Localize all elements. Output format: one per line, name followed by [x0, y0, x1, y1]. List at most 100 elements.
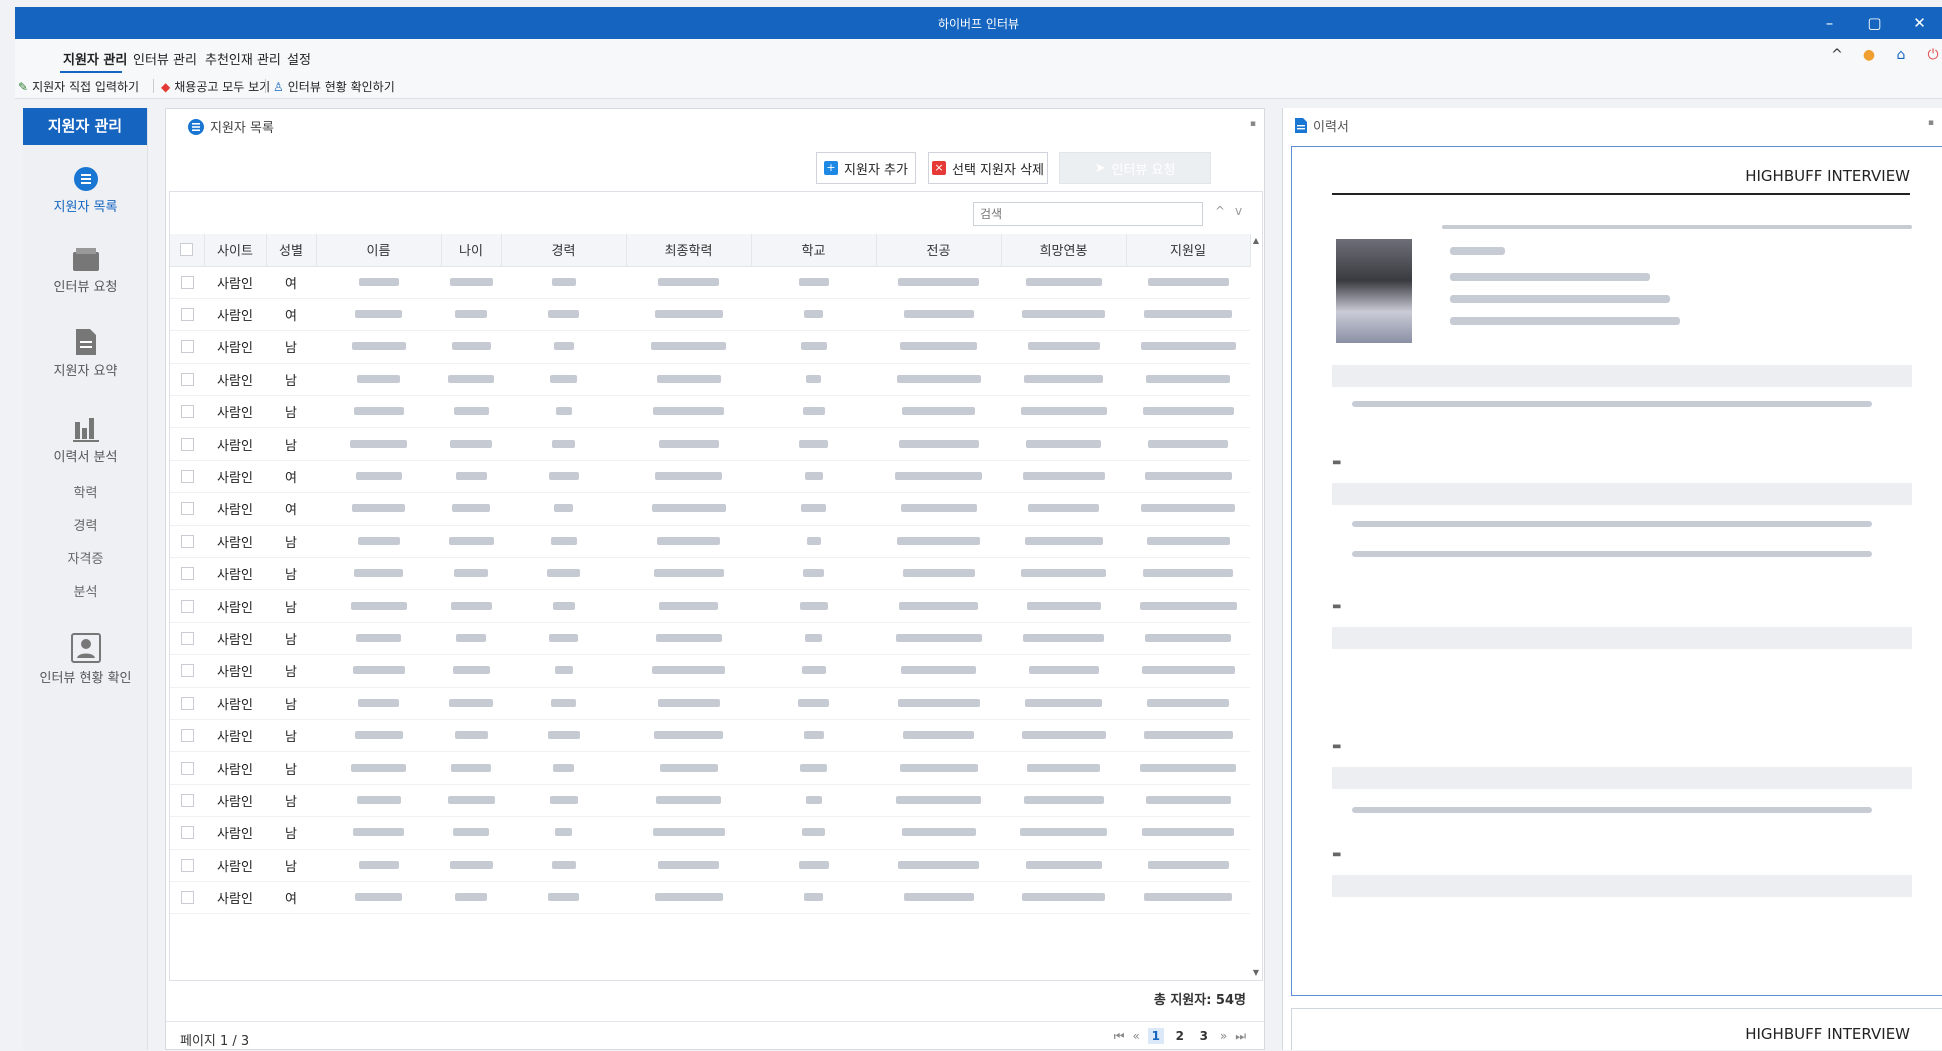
row-checkbox[interactable] — [170, 266, 204, 299]
next-page-icon[interactable]: » — [1220, 1029, 1227, 1043]
blurred-section-label: ▬ — [1332, 457, 1342, 468]
sidebar-item-applicant-summary[interactable]: 지원자 요약 — [23, 328, 148, 379]
table-row[interactable]: 사람인 남 — [170, 330, 1250, 364]
pin-icon[interactable]: ▪ — [1250, 119, 1256, 129]
interview-status-tool[interactable]: ♙ 인터뷰 현황 확인하기 — [273, 78, 395, 95]
select-all-checkbox[interactable] — [170, 234, 205, 267]
sidebar-subitem-education[interactable]: 학력 — [23, 482, 148, 501]
sidebar-item-resume-analysis[interactable]: 이력서 분석 — [23, 414, 148, 465]
row-checkbox[interactable] — [170, 654, 204, 688]
row-checkbox[interactable] — [170, 784, 204, 818]
cell-gender: 남 — [266, 427, 316, 461]
cell-salary — [1001, 622, 1126, 656]
menu-recommended-talent[interactable]: 추천인재 관리 — [205, 49, 281, 68]
collapse-ribbon-icon[interactable]: ^ — [1828, 47, 1846, 63]
delete-selected-button[interactable]: × 선택 지원자 삭제 — [928, 152, 1048, 184]
sidebar-item-interview-request[interactable]: 인터뷰 요청 — [23, 248, 148, 295]
search-input[interactable] — [973, 202, 1203, 226]
row-checkbox[interactable] — [170, 687, 204, 720]
column-header[interactable]: 성별 — [266, 234, 317, 267]
table-row[interactable]: 사람인 여 — [170, 492, 1250, 526]
table-row[interactable]: 사람인 남 — [170, 622, 1250, 656]
table-row[interactable]: 사람인 남 — [170, 589, 1250, 623]
cell-salary — [1001, 395, 1126, 429]
sidebar-item-applicant-list[interactable]: 지원자 목록 — [23, 166, 148, 215]
column-header[interactable]: 전공 — [876, 234, 1002, 267]
sidebar-subitem-certificate[interactable]: 자격증 — [23, 548, 148, 567]
cell-name — [316, 460, 441, 494]
menu-applicant-management[interactable]: 지원자 관리 — [63, 49, 127, 68]
page-button[interactable]: 3 — [1196, 1028, 1212, 1044]
table-row[interactable]: 사람인 남 — [170, 784, 1250, 818]
row-checkbox[interactable] — [170, 525, 204, 559]
row-checkbox[interactable] — [170, 460, 204, 494]
table-row[interactable]: 사람인 여 — [170, 881, 1250, 915]
add-applicant-button[interactable]: + 지원자 추가 — [816, 152, 916, 184]
pin-icon[interactable]: ▪ — [1928, 118, 1934, 128]
table-row[interactable]: 사람인 남 — [170, 395, 1250, 429]
sidebar-item-interview-status[interactable]: 인터뷰 현황 확인 — [23, 633, 148, 686]
column-header[interactable]: 경력 — [501, 234, 627, 267]
power-icon[interactable]: ⏻ — [1924, 47, 1942, 63]
direct-input-tool[interactable]: ✎ 지원자 직접 입력하기 — [18, 78, 139, 95]
table-row[interactable]: 사람인 여 — [170, 266, 1250, 299]
row-checkbox[interactable] — [170, 881, 204, 915]
cell-age — [441, 557, 501, 591]
last-page-icon[interactable]: ⏭ — [1235, 1029, 1246, 1044]
cell-major — [876, 298, 1001, 332]
table-row[interactable]: 사람인 남 — [170, 849, 1250, 882]
interview-request-button[interactable]: ➤ 인터뷰 요청 — [1059, 152, 1211, 184]
scroll-down-arrow[interactable]: ▼ — [1253, 968, 1259, 977]
table-row[interactable]: 사람인 남 — [170, 719, 1250, 753]
scroll-up-arrow[interactable]: ▲ — [1253, 236, 1259, 245]
cell-name — [316, 395, 441, 429]
column-header[interactable]: 지원일 — [1126, 234, 1251, 267]
prev-page-icon[interactable]: « — [1133, 1029, 1140, 1043]
row-checkbox[interactable] — [170, 363, 204, 397]
menu-settings[interactable]: 설정 — [287, 49, 311, 68]
sidebar-subitem-analysis[interactable]: 분석 — [23, 581, 148, 600]
table-row[interactable]: 사람인 남 — [170, 816, 1250, 850]
column-header[interactable]: 희망연봉 — [1001, 234, 1127, 267]
table-row[interactable]: 사람인 남 — [170, 654, 1250, 688]
search-nav-arrows[interactable]: ^v — [1215, 204, 1252, 218]
column-header[interactable]: 나이 — [441, 234, 502, 267]
first-page-icon[interactable]: ⏮ — [1114, 1029, 1125, 1044]
restore-button[interactable]: ▢ — [1852, 11, 1897, 35]
page-button[interactable]: 1 — [1147, 1028, 1164, 1044]
table-row[interactable]: 사람인 남 — [170, 751, 1250, 785]
close-button[interactable]: ✕ — [1897, 11, 1942, 35]
row-checkbox[interactable] — [170, 492, 204, 526]
row-checkbox[interactable] — [170, 557, 204, 591]
row-checkbox[interactable] — [170, 298, 204, 332]
column-header[interactable]: 사이트 — [204, 234, 267, 267]
minimize-button[interactable]: – — [1807, 11, 1852, 35]
table-row[interactable]: 사람인 여 — [170, 298, 1250, 332]
cell-site: 사람인 — [204, 330, 266, 364]
row-checkbox[interactable] — [170, 622, 204, 656]
row-checkbox[interactable] — [170, 751, 204, 785]
table-row[interactable]: 사람인 남 — [170, 427, 1250, 461]
row-checkbox[interactable] — [170, 589, 204, 623]
view-job-postings-tool[interactable]: ◆ 채용공고 모두 보기 — [161, 78, 270, 95]
table-row[interactable]: 사람인 여 — [170, 460, 1250, 494]
row-checkbox[interactable] — [170, 719, 204, 753]
table-row[interactable]: 사람인 남 — [170, 525, 1250, 559]
row-checkbox[interactable] — [170, 427, 204, 461]
menu-interview-management[interactable]: 인터뷰 관리 — [133, 49, 197, 68]
page-button[interactable]: 2 — [1172, 1028, 1188, 1044]
sidebar-subitem-career[interactable]: 경력 — [23, 515, 148, 534]
table-row[interactable]: 사람인 남 — [170, 687, 1250, 720]
table-row[interactable]: 사람인 남 — [170, 557, 1250, 591]
home-icon[interactable]: ⌂ — [1892, 47, 1910, 63]
row-checkbox[interactable] — [170, 395, 204, 429]
row-checkbox[interactable] — [170, 330, 204, 364]
column-header[interactable]: 학교 — [751, 234, 877, 267]
row-checkbox[interactable] — [170, 849, 204, 882]
cell-site: 사람인 — [204, 427, 266, 461]
row-checkbox[interactable] — [170, 816, 204, 850]
column-header[interactable]: 최종학력 — [626, 234, 752, 267]
column-header[interactable]: 이름 — [316, 234, 442, 267]
table-row[interactable]: 사람인 남 — [170, 363, 1250, 397]
user-icon[interactable]: ● — [1860, 47, 1878, 63]
